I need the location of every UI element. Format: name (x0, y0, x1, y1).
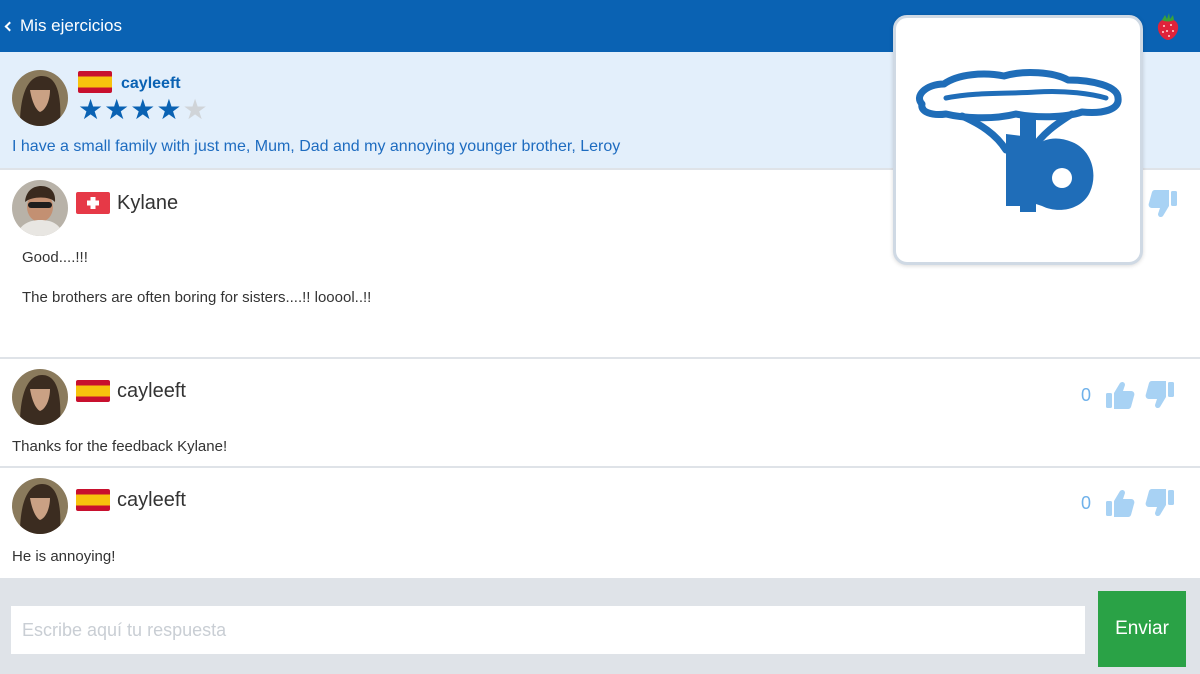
thumbs-up-icon[interactable] (1103, 378, 1137, 412)
comment-text: Good....!!! (22, 249, 88, 266)
reply-bar: Enviar (0, 578, 1200, 674)
thumbs-down-icon[interactable] (1143, 378, 1177, 412)
switzerland-flag-icon (76, 192, 110, 214)
star-rating: ★ ★ ★ ★ ★ (78, 94, 209, 125)
username[interactable]: Kylane (117, 192, 178, 215)
vote-controls: 0 (1077, 378, 1183, 412)
thumbs-down-icon[interactable] (1146, 187, 1180, 221)
comment-item: cayleeft Thanks for the feedback Kylane!… (0, 360, 1200, 468)
back-button[interactable]: Mis ejercicios (2, 15, 122, 37)
avatar[interactable] (12, 369, 68, 425)
username[interactable]: cayleeft (121, 75, 181, 93)
back-label: Mis ejercicios (20, 16, 123, 35)
thumbs-up-icon[interactable] (1103, 486, 1137, 520)
comment-text: The brothers are often boring for sister… (22, 289, 372, 306)
comment-text: Thanks for the feedback Kylane! (12, 438, 228, 455)
avatar[interactable] (12, 180, 68, 236)
reply-input[interactable] (11, 606, 1085, 654)
star-icon: ★ (104, 94, 130, 125)
strawberry-icon[interactable] (1152, 10, 1184, 42)
star-icon: ★ (130, 94, 156, 125)
vote-count: 0 (1080, 384, 1091, 405)
username[interactable]: cayleeft (117, 380, 186, 403)
tree-logo-icon (916, 69, 1122, 212)
comment-item: cayleeft He is annoying! 0 (0, 469, 1200, 578)
star-icon: ★ (78, 94, 104, 125)
send-button[interactable]: Enviar (1098, 591, 1186, 667)
username[interactable]: cayleeft (117, 489, 186, 512)
spain-flag-icon (76, 380, 110, 402)
spain-flag-icon (76, 489, 110, 511)
star-empty-icon: ★ (182, 94, 208, 125)
original-text: I have a small family with just me, Mum,… (12, 138, 621, 155)
star-icon: ★ (156, 94, 182, 125)
thumbs-down-icon[interactable] (1143, 486, 1177, 520)
avatar[interactable] (12, 70, 68, 126)
vote-count: 0 (1080, 492, 1091, 513)
spain-flag-icon (78, 71, 112, 93)
chevron-left-icon (4, 21, 15, 31)
comment-text: He is annoying! (12, 548, 116, 565)
vote-controls: 0 (1077, 486, 1183, 520)
avatar[interactable] (12, 478, 68, 534)
app-logo-card (893, 15, 1143, 265)
app-root: Mis ejercicios cayleeft ★ ★ ★ ★ ★ I have… (0, 0, 1200, 674)
